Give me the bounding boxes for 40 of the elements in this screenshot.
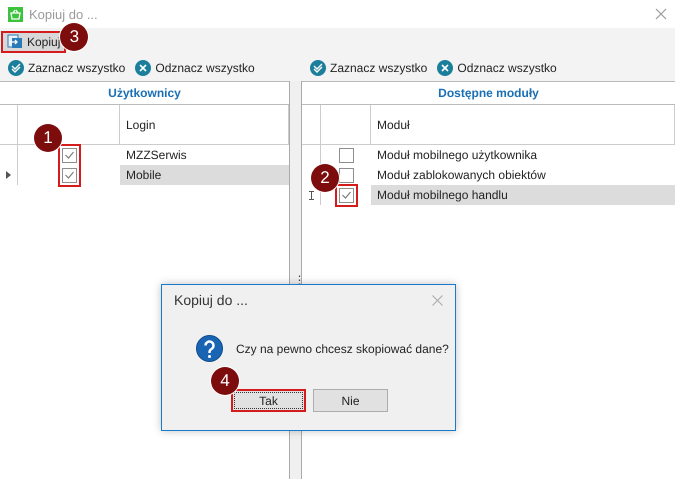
select-all-button[interactable]: Zaznacz wszystko bbox=[310, 60, 428, 76]
clear-circle-icon bbox=[437, 60, 454, 76]
checkbox[interactable] bbox=[338, 168, 354, 182]
question-icon bbox=[196, 335, 223, 362]
deselect-all-button[interactable]: Odznacz wszystko bbox=[135, 60, 255, 76]
close-icon bbox=[432, 294, 443, 306]
yes-button[interactable]: Tak bbox=[231, 389, 306, 412]
check-circle-icon bbox=[310, 60, 326, 76]
close-icon bbox=[655, 8, 667, 20]
check-icon bbox=[64, 171, 74, 179]
check-circle-icon bbox=[8, 60, 24, 76]
dialog-title: Kopiuj do ... bbox=[174, 292, 248, 308]
table-cell[interactable]: MZZSerwis bbox=[120, 145, 289, 165]
panel-title: Użytkownicy bbox=[0, 81, 289, 105]
callout-badge: 4 bbox=[211, 367, 239, 395]
table-cell[interactable]: Moduł mobilnego handlu bbox=[371, 185, 675, 205]
checkbox[interactable] bbox=[62, 148, 76, 162]
table-cell[interactable]: Moduł mobilnego użytkownika bbox=[371, 145, 675, 165]
table-cell[interactable]: Mobile bbox=[120, 165, 289, 185]
check-icon bbox=[342, 191, 350, 199]
deselect-all-button[interactable]: Odznacz wszystko bbox=[437, 60, 557, 76]
callout-badge: 1 bbox=[34, 124, 62, 152]
basket-icon bbox=[8, 6, 23, 22]
check-icon bbox=[64, 151, 74, 159]
no-button[interactable]: Nie bbox=[313, 389, 388, 412]
clear-circle-icon bbox=[135, 60, 152, 76]
checkbox[interactable] bbox=[338, 148, 354, 162]
checkbox[interactable] bbox=[62, 168, 76, 182]
window-title: Kopiuj do ... bbox=[29, 6, 98, 22]
column-header: Moduł bbox=[371, 105, 675, 145]
checkbox[interactable] bbox=[338, 188, 354, 202]
table-cell[interactable]: Moduł zablokowanych obiektów bbox=[371, 165, 675, 185]
select-all-button[interactable]: Zaznacz wszystko bbox=[8, 60, 126, 76]
callout-badge: 2 bbox=[311, 164, 339, 192]
panel-title: Dostępne moduły bbox=[302, 81, 675, 105]
callout-badge: 3 bbox=[60, 22, 88, 50]
column-header: Login bbox=[120, 105, 289, 145]
copy-button[interactable]: Kopiuj bbox=[1, 30, 66, 52]
copy-icon bbox=[7, 34, 23, 49]
dialog-message: Czy na pewno chcesz skopiować dane? bbox=[236, 342, 449, 356]
